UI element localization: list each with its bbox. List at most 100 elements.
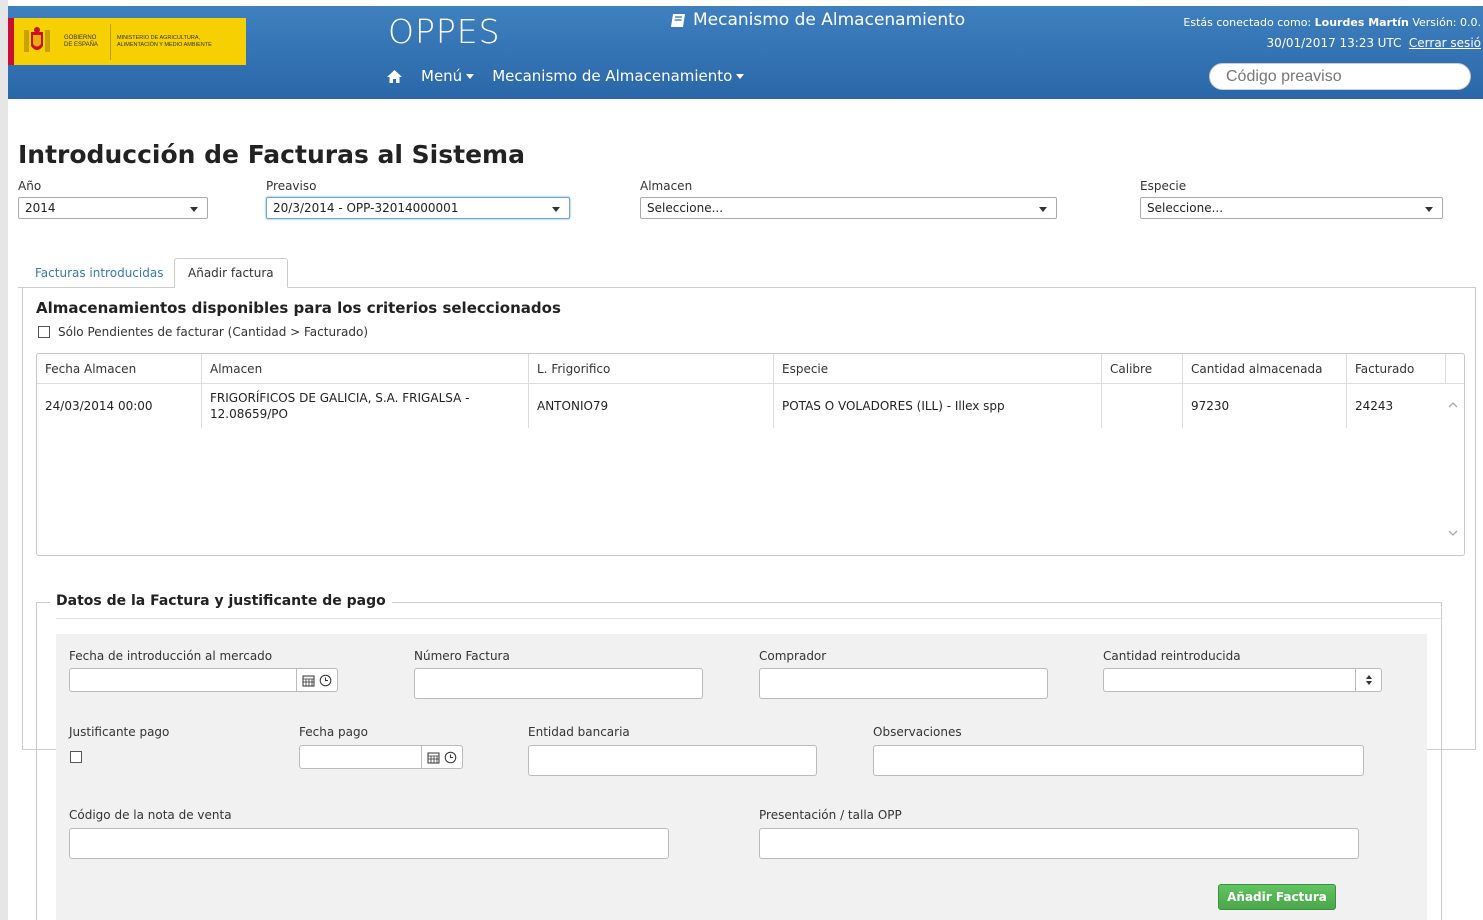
logo-divider [110, 23, 111, 60]
app-header: Gobierno de España Ministerio de Agricul… [8, 6, 1483, 99]
chevron-down-icon [1039, 207, 1047, 212]
tab-anadir-factura[interactable]: Añadir factura [174, 258, 288, 288]
page-title: Introducción de Facturas al Sistema [18, 140, 525, 169]
flag-stripe [8, 18, 14, 65]
chevron-down-icon [552, 207, 560, 212]
chevron-down-icon [736, 73, 745, 79]
reintroduced-qty-label: Cantidad reintroducida [1103, 649, 1241, 663]
government-text: Gobierno de España [64, 34, 98, 48]
market-date-label: Fecha de introducción al mercado [69, 649, 273, 663]
invoice-number-label: Número Factura [414, 649, 510, 663]
coat-of-arms-icon [22, 26, 52, 58]
column-header[interactable]: Cantidad almacenada [1183, 354, 1347, 383]
nav-menu-label: Menú [421, 67, 463, 85]
government-logo: Gobierno de España Ministerio de Agricul… [8, 18, 246, 65]
presentation-input[interactable] [759, 828, 1359, 859]
table-header: Fecha Almacen Almacen L. Frigorifico Esp… [37, 354, 1464, 384]
observations-input[interactable] [873, 745, 1364, 776]
table-cell: FRIGORÍFICOS DE GALICIA, S.A. FRIGALSA -… [202, 384, 529, 428]
user-name: Lourdes Martín [1314, 16, 1409, 29]
stepper-down-icon[interactable] [1365, 681, 1372, 685]
invoice-number-input[interactable] [414, 668, 703, 699]
payment-date-label: Fecha pago [299, 725, 368, 739]
buyer-input[interactable] [759, 668, 1048, 699]
bank-input[interactable] [528, 745, 817, 776]
pending-only-label: Sólo Pendientes de facturar (Cantidad > … [58, 325, 368, 339]
payment-date-picker [299, 745, 463, 769]
nav-module-dropdown[interactable]: Mecanismo de Almacenamiento [492, 67, 745, 85]
app-title: OPPES [388, 12, 501, 51]
column-header[interactable]: Almacen [202, 354, 529, 383]
user-line: Estás conectado como: Lourdes Martín Ver… [1183, 13, 1481, 33]
version-text: Versión: 0.0. [1412, 16, 1481, 29]
home-icon[interactable] [386, 69, 403, 84]
table-cell: POTAS O VOLADORES (ILL) - Illex spp [774, 384, 1102, 428]
module-title: Mecanismo de Almacenamiento [670, 10, 965, 30]
session-timezone: UTC [1377, 36, 1402, 50]
sale-note-code-input[interactable] [69, 828, 669, 859]
nav-menu-dropdown[interactable]: Menú [421, 67, 475, 85]
buyer-label: Comprador [759, 649, 827, 663]
logout-link[interactable]: Cerrar sesió [1409, 36, 1481, 50]
reintroduced-qty-stepper[interactable] [1103, 668, 1382, 692]
almacen-value: Seleccione... [647, 201, 724, 215]
stepper-up-icon[interactable] [1365, 675, 1372, 679]
pending-only-row: Sólo Pendientes de facturar (Cantidad > … [38, 325, 368, 339]
table-cell: ANTONIO79 [529, 384, 774, 428]
stepper-buttons[interactable] [1355, 669, 1381, 691]
year-select[interactable]: 2014 [18, 197, 208, 219]
ministry-text: Ministerio de Agricultura, Alimentación … [117, 35, 212, 48]
payment-proof-label: Justificante pago [69, 725, 170, 739]
market-date-buttons [297, 668, 338, 692]
legend-divider [56, 618, 1443, 619]
pending-only-checkbox[interactable] [38, 326, 50, 338]
column-header[interactable]: Especie [774, 354, 1102, 383]
preaviso-value: 20/3/2014 - OPP-32014000001 [273, 201, 459, 215]
add-invoice-button[interactable]: Añadir Factura [1218, 884, 1336, 910]
session-timestamp: 30/01/2017 13:23 [1266, 36, 1375, 50]
tab-bar: Facturas introducidas Añadir factura [18, 258, 1476, 288]
especie-value: Seleccione... [1147, 201, 1224, 215]
clock-icon[interactable] [444, 751, 457, 764]
year-filter: Año 2014 [18, 179, 208, 219]
scroll-down-icon[interactable] [1448, 528, 1458, 538]
preaviso-filter: Preaviso 20/3/2014 - OPP-32014000001 [266, 179, 570, 219]
storage-table: Fecha Almacen Almacen L. Frigorifico Esp… [36, 353, 1465, 556]
almacen-select[interactable]: Seleccione... [640, 197, 1057, 219]
calendar-icon[interactable] [427, 751, 440, 764]
payment-proof-checkbox[interactable] [70, 751, 82, 763]
column-header[interactable]: Facturado [1347, 354, 1446, 383]
especie-label: Especie [1140, 179, 1187, 193]
tab-facturas-introducidas[interactable]: Facturas introducidas [18, 258, 175, 288]
main-nav: Menú Mecanismo de Almacenamiento [386, 67, 745, 85]
preaviso-label: Preaviso [266, 179, 317, 193]
nav-module-label: Mecanismo de Almacenamiento [492, 67, 733, 85]
book-icon [671, 13, 685, 27]
user-info: Estás conectado como: Lourdes Martín Ver… [1183, 13, 1481, 54]
column-header[interactable]: Fecha Almacen [37, 354, 202, 383]
table-cell: 97230 [1183, 384, 1347, 428]
chevron-down-icon [466, 73, 475, 79]
page: Gobierno de España Ministerio de Agricul… [8, 0, 1483, 920]
bank-label: Entidad bancaria [528, 725, 630, 739]
clock-icon[interactable] [319, 674, 332, 687]
column-header[interactable]: Calibre [1102, 354, 1183, 383]
payment-date-input[interactable] [299, 745, 422, 769]
market-date-picker [69, 668, 338, 692]
session-line: 30/01/2017 13:23 UTC Cerrar sesió [1183, 33, 1481, 54]
especie-select[interactable]: Seleccione... [1140, 197, 1443, 219]
table-row[interactable]: 24/03/2014 00:00 FRIGORÍFICOS DE GALICIA… [37, 384, 1464, 428]
preaviso-search-input[interactable] [1209, 63, 1471, 90]
preaviso-select[interactable]: 20/3/2014 - OPP-32014000001 [266, 197, 570, 219]
chevron-down-icon [190, 207, 198, 212]
table-cell: 24243 [1355, 399, 1394, 413]
invoice-legend: Datos de la Factura y justificante de pa… [50, 593, 392, 609]
table-cell [1102, 384, 1183, 428]
especie-filter: Especie Seleccione... [1140, 179, 1443, 219]
almacen-label: Almacen [640, 179, 693, 193]
scroll-up-icon[interactable] [1448, 400, 1458, 410]
market-date-input[interactable] [69, 668, 297, 692]
column-header[interactable]: L. Frigorifico [529, 354, 774, 383]
calendar-icon[interactable] [302, 674, 315, 687]
module-title-text: Mecanismo de Almacenamiento [693, 10, 966, 30]
